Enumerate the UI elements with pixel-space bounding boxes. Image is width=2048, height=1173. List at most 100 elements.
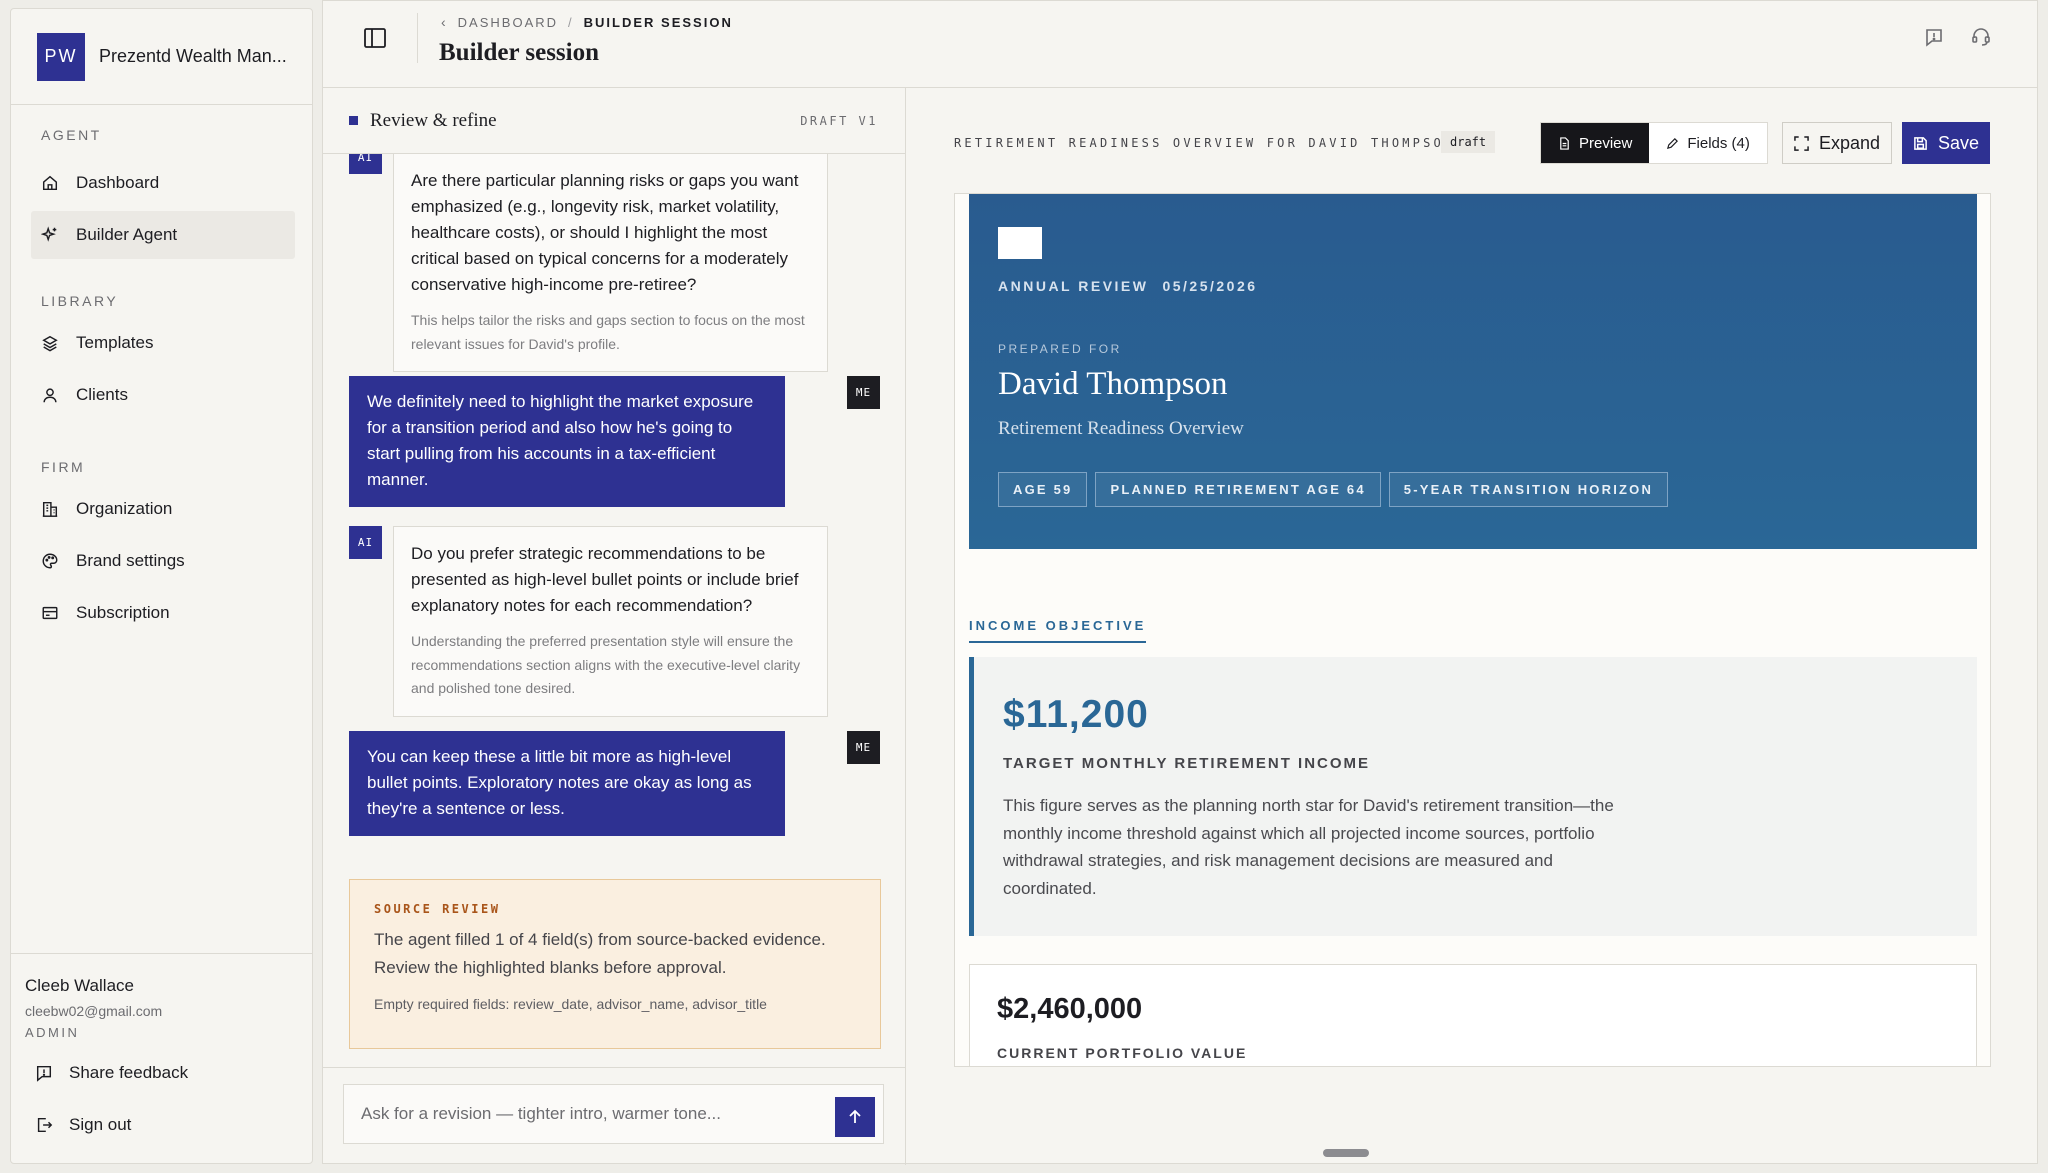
org-name: Prezentd Wealth Man... bbox=[99, 46, 287, 66]
chat-panel: Review & refine DRAFT V1 AI Are there pa… bbox=[323, 88, 906, 1165]
income-section-label: INCOME OBJECTIVE bbox=[969, 618, 1147, 643]
nav-section-agent: AGENT Dashboard Builder Agent bbox=[31, 121, 295, 259]
user-email: cleebw02@gmail.com bbox=[25, 1003, 163, 1019]
sign-out-icon bbox=[37, 1117, 53, 1133]
sidebar-item-organization[interactable]: Organization bbox=[31, 485, 295, 533]
me-avatar: ME bbox=[847, 731, 880, 764]
sidebar-item-label: Brand settings bbox=[76, 551, 185, 570]
nav-heading-library: LIBRARY bbox=[41, 293, 119, 309]
sidebar-item-dashboard[interactable]: Dashboard bbox=[31, 159, 295, 207]
sidebar-item-subscription[interactable]: Subscription bbox=[31, 589, 295, 637]
empty-fields-list: Empty required fields: review_date, advi… bbox=[374, 996, 767, 1012]
pencil-icon bbox=[1667, 137, 1679, 149]
save-icon bbox=[1914, 136, 1927, 150]
preview-button[interactable]: Preview bbox=[1541, 123, 1650, 163]
horizontal-scrollbar[interactable] bbox=[1323, 1149, 1369, 1157]
send-button[interactable] bbox=[835, 1097, 875, 1137]
document-subtitle: Retirement Readiness Overview bbox=[998, 418, 1244, 439]
sidebar-item-label: Clients bbox=[76, 385, 128, 404]
org-switcher[interactable]: PW Prezentd Wealth Man... bbox=[11, 9, 312, 105]
ai-avatar: AI bbox=[349, 154, 382, 174]
layers-icon bbox=[42, 335, 58, 352]
page-title: Builder session bbox=[439, 39, 599, 66]
breadcrumb-dashboard[interactable]: DASHBOARD bbox=[458, 15, 558, 30]
prepared-for-label: PREPARED FOR bbox=[998, 342, 1122, 356]
income-amount: $11,200 bbox=[1003, 693, 1149, 736]
source-review-label: SOURCE REVIEW bbox=[374, 902, 501, 916]
sidebar-item-label: Subscription bbox=[76, 603, 170, 622]
building-icon bbox=[42, 501, 58, 517]
portfolio-caption: CURRENT PORTFOLIO VALUE bbox=[997, 1045, 1248, 1061]
sidebar-item-label: Builder Agent bbox=[76, 225, 178, 244]
chat-messages[interactable]: AI Are there particular planning risks o… bbox=[323, 154, 905, 1061]
breadcrumb-separator: / bbox=[568, 14, 574, 30]
expand-label: Expand bbox=[1818, 132, 1881, 153]
nav-section-firm: FIRM Organization Brand settings Subscri… bbox=[31, 453, 295, 637]
save-button[interactable]: Save bbox=[1902, 122, 1990, 164]
ai-avatar: AI bbox=[349, 526, 382, 559]
top-bar: ‹ DASHBOARD / BUILDER SESSION Builder se… bbox=[323, 1, 2037, 88]
expand-icon bbox=[1794, 135, 1809, 151]
user-role: ADMIN bbox=[25, 1025, 80, 1040]
income-caption: TARGET MONTHLY RETIREMENT INCOME bbox=[1003, 755, 1371, 772]
ai-message: Do you prefer strategic recommendations … bbox=[393, 526, 828, 717]
fact-chip-age: AGE 59 bbox=[998, 472, 1088, 507]
income-description: This figure serves as the planning north… bbox=[1003, 796, 1614, 898]
annual-review-line: ANNUAL REVIEW 05/25/2026 bbox=[998, 278, 1258, 294]
sidebar-item-brand-settings[interactable]: Brand settings bbox=[31, 537, 295, 585]
expand-button[interactable]: Expand bbox=[1782, 122, 1892, 164]
sidebar-item-templates[interactable]: Templates bbox=[31, 319, 295, 367]
client-name: David Thompson bbox=[998, 366, 1228, 402]
source-review-notice: SOURCE REVIEW The agent filled 1 of 4 fi… bbox=[349, 879, 881, 1049]
section-marker bbox=[349, 116, 358, 125]
palette-icon bbox=[42, 553, 58, 569]
share-feedback-label: Share feedback bbox=[69, 1063, 189, 1082]
sparkles-icon bbox=[41, 226, 57, 242]
sign-out-label: Sign out bbox=[69, 1115, 132, 1134]
preview-panel: RETIREMENT READINESS OVERVIEW FOR DAVID … bbox=[907, 88, 2037, 1165]
sign-out-button[interactable]: Sign out bbox=[35, 1110, 131, 1140]
user-icon bbox=[43, 388, 57, 403]
review-date: 05/25/2026 bbox=[1162, 278, 1258, 294]
support-icon[interactable] bbox=[1970, 26, 1992, 48]
nav-section-library: LIBRARY Templates Clients bbox=[31, 287, 295, 419]
income-objective-card: $11,200 TARGET MONTHLY RETIREMENT INCOME… bbox=[969, 657, 1977, 936]
org-badge: PW bbox=[37, 32, 85, 81]
source-review-body: The agent filled 1 of 4 field(s) from so… bbox=[374, 930, 826, 977]
me-avatar: ME bbox=[847, 376, 880, 409]
view-toggle: Preview Fields (4) bbox=[1540, 122, 1768, 164]
fields-button[interactable]: Fields (4) bbox=[1649, 123, 1767, 163]
ai-note: Understanding the preferred presentation… bbox=[411, 633, 801, 696]
chat-title: Review & refine bbox=[370, 109, 497, 131]
sidebar: PW Prezentd Wealth Man... AGENT Dashboar… bbox=[10, 8, 313, 1164]
client-facts: AGE 59 PLANNED RETIREMENT AGE 64 5-YEAR … bbox=[998, 472, 1669, 507]
sidebar-item-builder-agent[interactable]: Builder Agent bbox=[31, 211, 295, 259]
document-hero: ANNUAL REVIEW 05/25/2026 PREPARED FOR Dav… bbox=[969, 194, 1977, 549]
sidebar-item-clients[interactable]: Clients bbox=[31, 371, 295, 419]
nav-heading-firm: FIRM bbox=[41, 459, 86, 475]
ai-message: Are there particular planning risks or g… bbox=[393, 154, 828, 372]
user-message: You can keep these a little bit more as … bbox=[349, 731, 785, 836]
save-label: Save bbox=[1937, 132, 1980, 153]
portfolio-amount: $2,460,000 bbox=[997, 993, 1143, 1025]
document-icon bbox=[1560, 136, 1569, 150]
breadcrumb-current: BUILDER SESSION bbox=[583, 14, 733, 30]
document-preview[interactable]: ANNUAL REVIEW 05/25/2026 PREPARED FOR Dav… bbox=[954, 193, 1991, 1067]
sidebar-toggle-icon[interactable] bbox=[363, 27, 387, 49]
annual-review-label: ANNUAL REVIEW bbox=[998, 278, 1149, 294]
sidebar-item-label: Organization bbox=[76, 499, 173, 518]
sidebar-item-label: Dashboard bbox=[76, 173, 160, 192]
portfolio-value-card: $2,460,000 CURRENT PORTFOLIO VALUE bbox=[969, 964, 1977, 1066]
chevron-left-icon[interactable]: ‹ bbox=[441, 14, 448, 30]
revision-composer bbox=[343, 1084, 884, 1144]
user-message: We definitely need to highlight the mark… bbox=[349, 376, 785, 507]
main-panel: ‹ DASHBOARD / BUILDER SESSION Builder se… bbox=[322, 0, 2038, 1165]
ai-question: Do you prefer strategic recommendations … bbox=[411, 544, 799, 615]
feedback-icon bbox=[36, 1065, 52, 1082]
ai-note: This helps tailor the risks and gaps sec… bbox=[411, 312, 805, 352]
feedback-icon[interactable] bbox=[1923, 26, 1945, 48]
revision-input[interactable] bbox=[361, 1104, 821, 1124]
share-feedback-button[interactable]: Share feedback bbox=[35, 1058, 188, 1088]
document-label: RETIREMENT READINESS OVERVIEW FOR DAVID … bbox=[954, 136, 1455, 150]
preview-label: Preview bbox=[1579, 134, 1633, 152]
